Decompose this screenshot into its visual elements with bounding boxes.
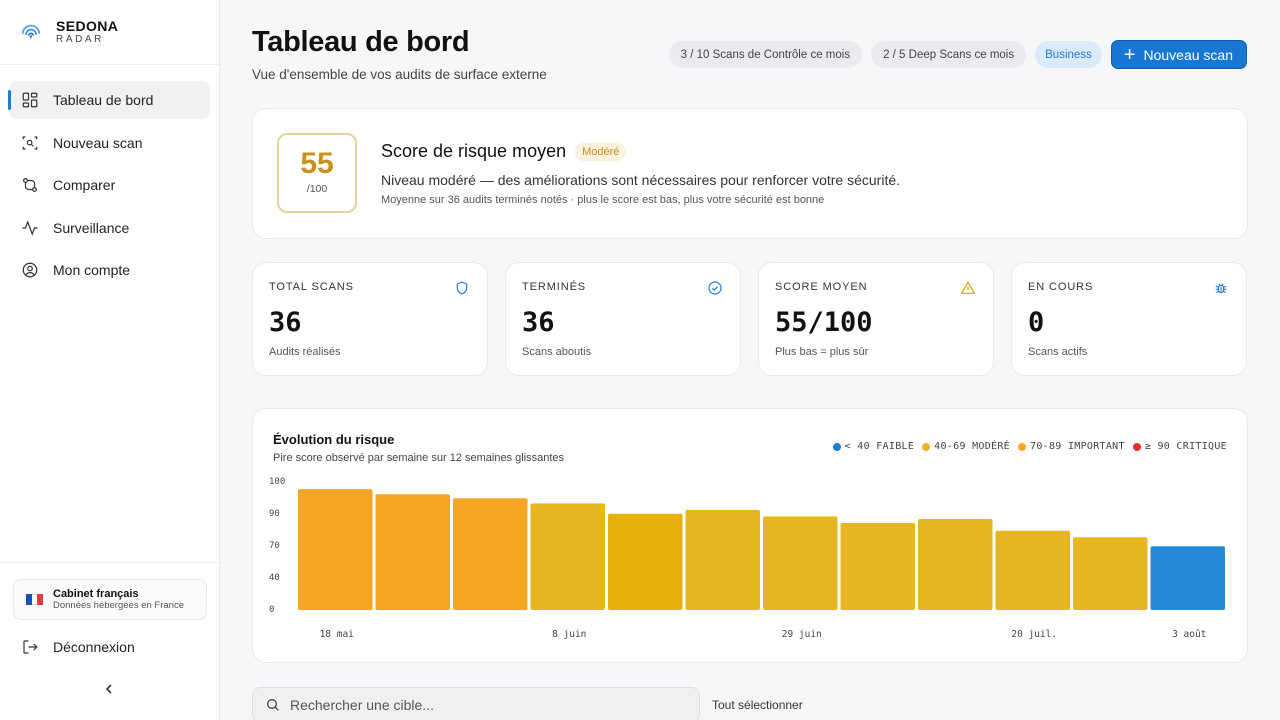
risk-title-row: Score de risque moyen Modéré [381, 141, 627, 162]
stat-subtitle: Scans actifs [1028, 346, 1088, 358]
chart-bar[interactable] [1150, 546, 1226, 610]
stat-label: SCORE MOYEN [775, 281, 868, 293]
sidebar-item-account[interactable]: Mon compte [9, 251, 210, 289]
stat-value: 55/100 [775, 307, 873, 338]
sidebar-item-label: Comparer [53, 177, 116, 193]
chart-bar[interactable] [375, 494, 451, 610]
chart-bar[interactable] [918, 519, 993, 610]
user-circle-icon [22, 262, 38, 278]
stat-subtitle: Plus bas = plus sûr [775, 346, 869, 358]
new-scan-label: Nouveau scan [1143, 46, 1233, 63]
stat-card-completed: TERMINÉS 36 Scans aboutis [505, 262, 741, 376]
x-tick-label: 29 juin [782, 629, 822, 640]
logout-button[interactable]: Déconnexion [0, 637, 219, 657]
quota-deep-badge: 2 / 5 Deep Scans ce mois [871, 41, 1027, 68]
x-tick-label: 18 mai [320, 629, 355, 640]
page-subtitle: Vue d'ensemble de vos audits de surface … [252, 67, 547, 82]
logout-icon [23, 640, 38, 654]
quota-control-badge: 3 / 10 Scans de Contrôle ce mois [668, 41, 863, 68]
radar-logo-icon [21, 24, 41, 38]
stat-subtitle: Scans aboutis [522, 346, 592, 358]
sidebar-item-label: Tableau de bord [53, 92, 154, 108]
stat-card-average-score: SCORE MOYEN 55/100 Plus bas = plus sûr [758, 262, 994, 376]
new-scan-button[interactable]: + Nouveau scan [1110, 40, 1247, 69]
brand[interactable]: SEDONA RADAR [0, 0, 219, 65]
header-actions: 3 / 10 Scans de Contrôle ce mois 2 / 5 D… [668, 40, 1247, 69]
y-tick-label: 40 [269, 573, 280, 583]
risk-score-denominator: /100 [306, 183, 328, 195]
sidebar-item-label: Surveillance [53, 219, 130, 236]
y-tick-label: 100 [269, 477, 285, 487]
risk-score-card: 55 /100 Score de risque moyen Modéré Niv… [252, 108, 1248, 239]
stat-label: TERMINÉS [522, 281, 587, 293]
x-tick-label: 3 août [1172, 629, 1206, 640]
sidebar-item-compare[interactable]: Comparer [9, 166, 210, 204]
search-icon [267, 699, 279, 711]
chart-bar[interactable] [685, 509, 761, 610]
chart-bar[interactable] [298, 489, 373, 610]
plus-icon: + [1123, 43, 1136, 66]
chart-bar[interactable] [1073, 537, 1148, 610]
sidebar-item-label: Mon compte [53, 262, 131, 278]
chart-bar[interactable] [995, 530, 1071, 610]
shield-icon [456, 281, 468, 295]
locale-card-subtitle: Données hébergées en France [53, 599, 184, 611]
risk-evolution-chart-card: Évolution du risque Pire score observé p… [252, 408, 1248, 663]
bug-icon [1215, 283, 1227, 294]
risk-bar-chart: 100 90 70 40 0 18 mai 8 juin 29 juin 20 juil. 3 a… [269, 477, 1226, 640]
stat-value: 0 [1028, 307, 1045, 338]
risk-note: Moyenne sur 36 audits terminés notés · p… [381, 194, 825, 206]
brand-name: SEDONA [56, 17, 119, 34]
select-all-button[interactable]: Tout sélectionner [712, 698, 803, 712]
locale-card: Cabinet français Données hébergées en Fr… [13, 579, 207, 620]
chart-bar[interactable] [608, 513, 683, 610]
sidebar-item-label: Nouveau scan [53, 134, 143, 151]
stat-card-in-progress: EN COURS 0 Scans actifs [1011, 262, 1247, 376]
page-title: Tableau de bord [252, 26, 470, 58]
sidebar-item-dashboard[interactable]: Tableau de bord [8, 81, 210, 119]
logout-label: Déconnexion [53, 639, 135, 655]
risk-title: Score de risque moyen [381, 141, 567, 161]
sidebar: SEDONA RADAR Tableau de bord Nouveau sca… [0, 0, 220, 720]
stat-value: 36 [269, 307, 302, 338]
collapse-sidebar-icon[interactable] [102, 682, 116, 696]
y-tick-label: 90 [269, 509, 280, 519]
chart-bar[interactable] [763, 516, 838, 610]
sidebar-nav: Tableau de bord Nouveau scan Comparer Su… [0, 65, 219, 289]
risk-score-value: 55 [300, 147, 334, 180]
risk-level-badge: Modéré [575, 142, 627, 161]
search-input[interactable] [290, 697, 670, 713]
risk-description: Niveau modéré — des améliorations sont n… [381, 172, 901, 188]
sidebar-item-new-scan[interactable]: Nouveau scan [9, 124, 210, 162]
y-tick-label: 0 [269, 605, 274, 615]
x-tick-label: 20 juil. [1011, 629, 1057, 640]
stat-card-total-scans: TOTAL SCANS 36 Audits réalisés [252, 262, 488, 376]
risk-score-box: 55 /100 [277, 133, 357, 213]
compare-icon [23, 178, 37, 192]
stat-value: 36 [522, 307, 555, 338]
check-circle-icon [708, 281, 722, 295]
locale-card-title: Cabinet français [53, 587, 139, 600]
chart-bar[interactable] [453, 498, 528, 610]
sidebar-item-monitoring[interactable]: Surveillance [9, 209, 210, 247]
scan-icon [22, 135, 38, 150]
activity-icon [22, 219, 38, 236]
warning-icon [961, 281, 975, 294]
stat-subtitle: Audits réalisés [269, 346, 341, 358]
stat-label: TOTAL SCANS [269, 281, 354, 293]
search-bar[interactable] [252, 687, 700, 720]
x-tick-label: 8 juin [552, 629, 586, 640]
france-flag-icon [26, 594, 44, 605]
dashboard-icon [22, 92, 38, 108]
brand-tagline: RADAR [56, 33, 105, 45]
y-tick-label: 70 [269, 541, 280, 551]
plan-badge: Business [1035, 41, 1102, 68]
main-content: Tableau de bord Vue d'ensemble de vos au… [220, 0, 1280, 720]
sidebar-footer: Cabinet français Données hébergées en Fr… [0, 562, 219, 720]
chart-bar[interactable] [530, 503, 606, 610]
stat-label: EN COURS [1028, 281, 1094, 293]
chart-bar[interactable] [840, 522, 916, 610]
